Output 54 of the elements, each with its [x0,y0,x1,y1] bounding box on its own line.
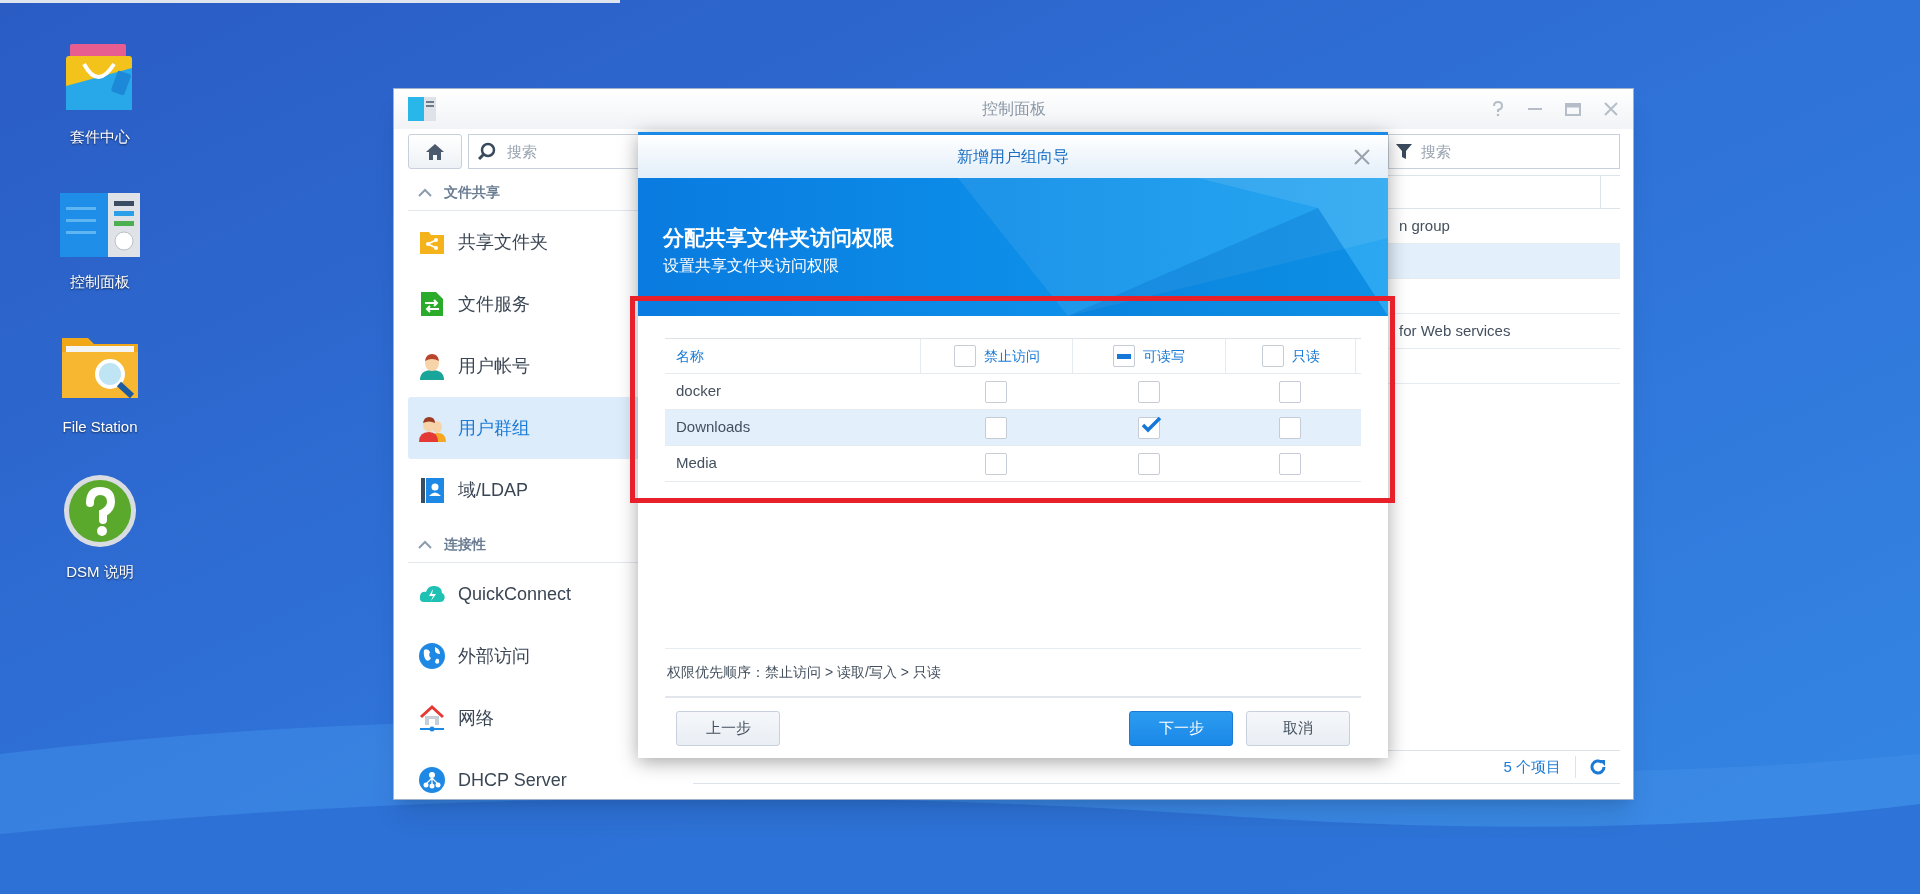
desktop-icon-label[interactable]: File Station [62,416,138,439]
close-icon[interactable] [1603,101,1619,117]
table-cell-text: n group [1399,215,1450,236]
banner-subheading: 设置共享文件夹访问权限 [663,255,839,276]
priority-note: 权限优先顺序：禁止访问 > 读取/写入 > 只读 [666,663,941,682]
house-network-icon [418,704,446,732]
sidebar-item[interactable]: QuickConnect [408,563,689,625]
checkbox[interactable] [1137,380,1160,403]
help-icon [62,473,138,549]
column-header[interactable]: 只读 [1225,339,1355,373]
checkbox[interactable] [985,416,1007,439]
checkbox[interactable] [1279,416,1301,439]
filter-icon [1395,142,1413,160]
sidebar-item[interactable]: 文件服务 [408,273,689,335]
window-title: 控制面板 [981,99,1046,119]
checkbox[interactable] [1137,452,1160,475]
close-icon[interactable] [1354,148,1370,165]
maximize-icon[interactable] [1565,101,1581,117]
partial-checkbox[interactable] [1113,345,1135,367]
filter-field[interactable]: 搜索 [1388,134,1620,169]
checkbox[interactable] [1279,380,1301,403]
dialog-button[interactable]: 上一步 [676,710,780,746]
refresh-icon[interactable] [1589,758,1607,776]
help-icon[interactable] [1491,101,1505,117]
search-icon [478,142,496,160]
user-group-icon [418,414,446,442]
checked-checkbox[interactable] [1137,416,1160,439]
home-button[interactable] [408,134,462,169]
file-arrows-icon [418,290,446,318]
dialog-button[interactable]: 取消 [1246,710,1350,746]
home-icon [425,142,445,161]
control-panel-icon [60,193,140,259]
column-header[interactable]: 禁止访问 [920,339,1072,373]
desktop-icon-label[interactable]: DSM 说明 [66,561,134,584]
column-header[interactable]: 名称 [665,339,920,373]
desktop-icon-label[interactable]: 套件中心 [70,126,130,149]
checkbox[interactable] [985,452,1007,475]
desktop-icon-label[interactable]: 控制面板 [70,271,130,294]
sidebar-item[interactable]: DHCP Server [408,749,689,799]
checkbox[interactable] [1261,345,1284,367]
globe-icon [418,642,446,670]
checkbox[interactable] [953,345,976,367]
contact-book-icon [418,476,446,504]
dialog-title: 新增用户组向导 [957,146,1069,167]
item-count: 5 个项目 [1503,755,1576,779]
table-cell-text: for Web services [1399,320,1511,341]
table-row[interactable]: Downloads [665,410,1361,446]
control-panel-icon [408,97,436,121]
user-icon [418,352,446,380]
checkbox[interactable] [985,380,1007,403]
checkbox[interactable] [1279,452,1301,475]
column-header[interactable]: 可读写 [1072,339,1225,373]
network-nodes-icon [418,766,446,794]
banner-heading: 分配共享文件夹访问权限 [663,225,894,251]
